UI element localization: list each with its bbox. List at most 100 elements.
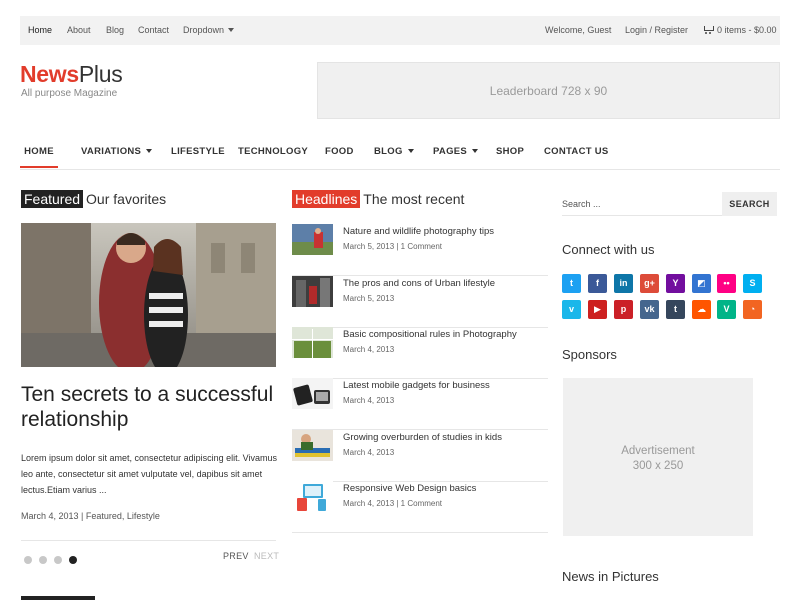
featured-title[interactable]: Ten secrets to a successful relationship — [21, 382, 281, 432]
vk-icon[interactable]: vk — [640, 300, 659, 319]
nav-variations[interactable]: VARIATIONS — [81, 137, 153, 168]
nav-pages-label: PAGES — [433, 146, 468, 157]
nav-home[interactable]: HOME — [20, 137, 58, 168]
headline-item[interactable]: Nature and wildlife photography tips Mar… — [292, 224, 548, 276]
topnav-dropdown-label: Dropdown — [183, 25, 225, 35]
headline-photo — [292, 430, 333, 461]
headline-meta: March 4, 2013 — [343, 345, 395, 354]
topnav-blog[interactable]: Blog — [106, 16, 124, 45]
skype-icon[interactable]: S — [743, 274, 762, 293]
headline-meta: March 4, 2013 — [343, 448, 395, 457]
headline-title[interactable]: Basic compositional rules in Photography — [343, 329, 517, 340]
connect-heading: Connect with us — [562, 242, 655, 257]
chevron-down-icon — [407, 149, 414, 153]
headline-thumbnail[interactable] — [292, 276, 333, 307]
tumblr-icon[interactable]: t — [666, 300, 685, 319]
search-button[interactable]: SEARCH — [722, 192, 777, 216]
featured-meta: March 4, 2013 | Featured, Lifestyle — [21, 511, 160, 521]
rss-icon[interactable]: ◔ — [743, 300, 762, 319]
headline-thumbnail[interactable] — [292, 224, 333, 255]
vine-icon[interactable]: V — [717, 300, 736, 319]
headline-title[interactable]: Responsive Web Design basics — [343, 483, 476, 494]
headline-thumbnail[interactable] — [292, 430, 333, 461]
soundcloud-icon[interactable]: ☁ — [692, 300, 711, 319]
chevron-down-icon — [146, 149, 153, 153]
ad-label: Advertisement — [621, 445, 695, 457]
site-logo[interactable]: NewsPlus — [20, 61, 123, 88]
headline-item[interactable]: Growing overburden of studies in kids Ma… — [292, 430, 548, 482]
chevron-down-icon — [228, 28, 235, 32]
leaderboard-ad[interactable]: Leaderboard 728 x 90 — [317, 62, 780, 119]
slider-dot[interactable] — [54, 556, 62, 564]
flickr-icon[interactable]: •• — [717, 274, 736, 293]
headline-thumbnail[interactable] — [292, 327, 333, 358]
topnav-contact[interactable]: Contact — [138, 16, 169, 45]
headline-item[interactable]: Responsive Web Design basics March 4, 20… — [292, 481, 548, 533]
google-plus-icon[interactable]: g+ — [640, 274, 659, 293]
topnav-dropdown[interactable]: Dropdown — [183, 16, 235, 45]
cart-icon — [703, 25, 714, 34]
linkedin-icon[interactable]: in — [614, 274, 633, 293]
slider-dots — [24, 551, 84, 569]
divider — [21, 540, 276, 541]
topnav-about[interactable]: About — [67, 16, 91, 45]
chevron-down-icon — [472, 149, 479, 153]
headline-item[interactable]: Latest mobile gadgets for business March… — [292, 378, 548, 430]
yahoo-icon[interactable]: Y — [666, 274, 685, 293]
featured-image[interactable] — [21, 223, 276, 367]
section-bar — [21, 596, 95, 600]
slider-dot[interactable] — [24, 556, 32, 564]
headline-meta: March 4, 2013 | 1 Comment — [343, 499, 443, 508]
cart-link[interactable]: 0 items - $0.00 — [703, 16, 777, 45]
featured-subtitle: Our favorites — [86, 191, 167, 207]
topnav-home[interactable]: Home — [28, 16, 52, 45]
headlines-heading: Headlines The most recent — [292, 190, 464, 208]
headline-thumbnail[interactable] — [292, 481, 333, 512]
login-register-link[interactable]: Login / Register — [625, 16, 688, 45]
headline-meta: March 5, 2013 | 1 Comment — [343, 242, 443, 251]
headline-item[interactable]: The pros and cons of Urban lifestyle Mar… — [292, 276, 548, 328]
news-in-pictures-heading: News in Pictures — [562, 569, 659, 584]
headline-item[interactable]: Basic compositional rules in Photography… — [292, 327, 548, 379]
nav-shop[interactable]: SHOP — [496, 137, 524, 168]
headline-title[interactable]: Latest mobile gadgets for business — [343, 380, 490, 391]
delicious-icon[interactable]: ◩ — [692, 274, 711, 293]
nav-contact-us[interactable]: CONTACT US — [544, 137, 609, 168]
pinterest-icon[interactable]: p — [614, 300, 633, 319]
nav-blog-label: BLOG — [374, 146, 403, 157]
main-nav: HOME VARIATIONS LIFESTYLE TECHNOLOGY FOO… — [20, 137, 780, 170]
headlines-label: Headlines — [292, 190, 361, 208]
prev-button[interactable]: PREV — [223, 551, 249, 561]
headline-photo — [292, 224, 333, 255]
headline-thumbnail[interactable] — [292, 378, 333, 409]
next-button[interactable]: NEXT — [254, 551, 279, 561]
nav-blog[interactable]: BLOG — [374, 137, 414, 168]
headline-title[interactable]: The pros and cons of Urban lifestyle — [343, 278, 495, 289]
sponsors-heading: Sponsors — [562, 347, 617, 362]
vimeo-icon[interactable]: v — [562, 300, 581, 319]
slider-dot[interactable] — [39, 556, 47, 564]
headline-photo — [292, 276, 333, 307]
search-input[interactable] — [562, 192, 720, 215]
nav-lifestyle[interactable]: LIFESTYLE — [171, 137, 225, 168]
headline-title[interactable]: Nature and wildlife photography tips — [343, 226, 494, 237]
nav-technology[interactable]: TECHNOLOGY — [238, 137, 308, 168]
youtube-icon[interactable]: ▶ — [588, 300, 607, 319]
slider-dot-active[interactable] — [69, 556, 77, 564]
advertisement-box[interactable]: Advertisement 300 x 250 — [563, 378, 753, 536]
headlines-subtitle: The most recent — [363, 191, 465, 207]
featured-date: March 4, 2013 — [21, 511, 79, 521]
nav-food[interactable]: FOOD — [325, 137, 354, 168]
nav-variations-label: VARIATIONS — [81, 146, 142, 157]
headline-photo — [292, 378, 333, 409]
facebook-icon[interactable]: f — [588, 274, 607, 293]
twitter-icon[interactable]: t — [562, 274, 581, 293]
site-tagline: All purpose Magazine — [21, 88, 118, 99]
headline-title[interactable]: Growing overburden of studies in kids — [343, 432, 502, 443]
nav-pages[interactable]: PAGES — [433, 137, 479, 168]
ad-size: 300 x 250 — [632, 460, 684, 472]
headline-photo — [292, 327, 333, 358]
featured-label: Featured — [21, 190, 84, 208]
headline-meta: March 4, 2013 — [343, 396, 395, 405]
featured-categories[interactable]: Featured, Lifestyle — [86, 511, 160, 521]
